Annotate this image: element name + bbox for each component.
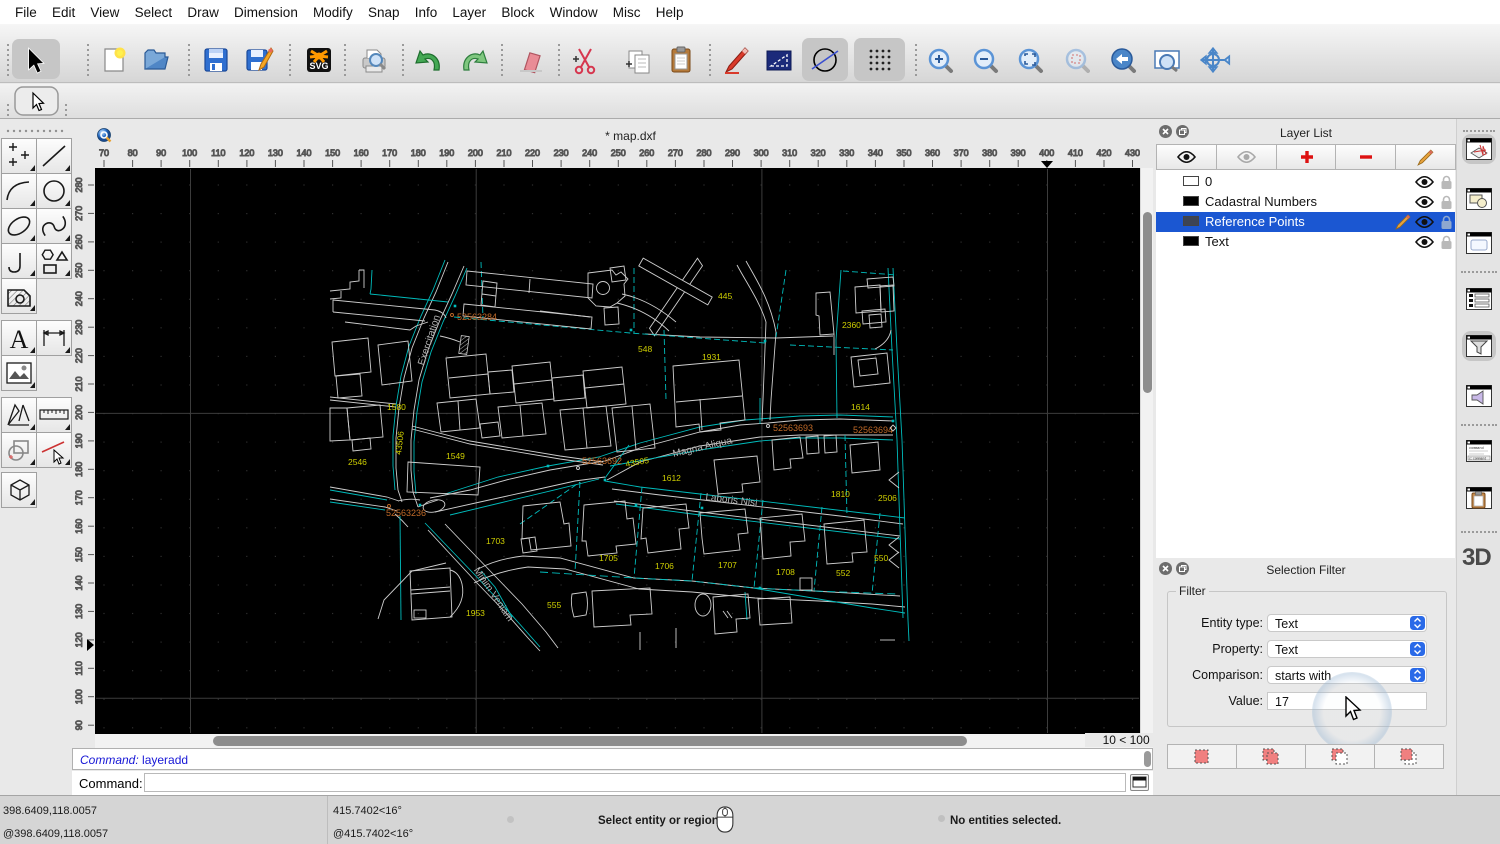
svg-text:1614: 1614 bbox=[851, 402, 870, 412]
svg-text:430: 430 bbox=[1125, 148, 1140, 158]
svg-text:350: 350 bbox=[896, 148, 911, 158]
svg-text:320: 320 bbox=[811, 148, 826, 158]
svg-text:240: 240 bbox=[582, 148, 597, 158]
svg-text:1706: 1706 bbox=[655, 561, 674, 571]
svg-text:220: 220 bbox=[74, 348, 84, 363]
svg-text:190: 190 bbox=[74, 433, 84, 448]
svg-text:52563236: 52563236 bbox=[386, 508, 426, 518]
svg-text:100: 100 bbox=[182, 148, 197, 158]
svg-text:390: 390 bbox=[1011, 148, 1026, 158]
svg-text:120: 120 bbox=[74, 632, 84, 647]
svg-text:140: 140 bbox=[74, 575, 84, 590]
svg-text:2360: 2360 bbox=[842, 320, 861, 330]
svg-text:110: 110 bbox=[211, 148, 225, 158]
svg-text:1705: 1705 bbox=[599, 553, 618, 563]
svg-text:90: 90 bbox=[156, 148, 166, 158]
svg-text:170: 170 bbox=[382, 148, 397, 158]
svg-text:100: 100 bbox=[74, 689, 84, 704]
svg-text:52563694: 52563694 bbox=[853, 425, 893, 435]
svg-text:160: 160 bbox=[354, 148, 369, 158]
svg-text:250: 250 bbox=[611, 148, 626, 158]
svg-text:445: 445 bbox=[718, 291, 732, 301]
svg-text:Magna Aliqua: Magna Aliqua bbox=[672, 435, 734, 459]
svg-text:230: 230 bbox=[74, 320, 84, 335]
svg-text:280: 280 bbox=[74, 177, 84, 192]
svg-text:220: 220 bbox=[525, 148, 540, 158]
svg-text:330: 330 bbox=[839, 148, 854, 158]
svg-text:Exercitation: Exercitation bbox=[416, 314, 443, 367]
svg-text:400: 400 bbox=[1039, 148, 1054, 158]
svg-text:1810: 1810 bbox=[831, 489, 850, 499]
svg-text:170: 170 bbox=[74, 490, 84, 505]
svg-text:52563284: 52563284 bbox=[457, 312, 497, 322]
svg-text:52563693: 52563693 bbox=[773, 423, 813, 433]
svg-text:70: 70 bbox=[99, 148, 109, 158]
svg-text:2546: 2546 bbox=[348, 457, 367, 467]
svg-text:555: 555 bbox=[547, 600, 561, 610]
svg-text:2506: 2506 bbox=[878, 493, 897, 503]
svg-text:210: 210 bbox=[74, 376, 84, 391]
svg-text:43505: 43505 bbox=[625, 455, 650, 469]
svg-text:150: 150 bbox=[74, 547, 84, 562]
svg-text:80: 80 bbox=[128, 148, 138, 158]
svg-text:200: 200 bbox=[468, 148, 483, 158]
svg-text:1703: 1703 bbox=[486, 536, 505, 546]
svg-text:270: 270 bbox=[668, 148, 683, 158]
svg-text:1931: 1931 bbox=[702, 352, 721, 362]
svg-text:240: 240 bbox=[74, 291, 84, 306]
svg-text:420: 420 bbox=[1096, 148, 1111, 158]
svg-text:A: A bbox=[10, 325, 29, 354]
svg-text:548: 548 bbox=[638, 344, 652, 354]
svg-text:310: 310 bbox=[782, 148, 797, 158]
svg-text:280: 280 bbox=[696, 148, 711, 158]
svg-text:190: 190 bbox=[439, 148, 454, 158]
svg-text:180: 180 bbox=[411, 148, 426, 158]
svg-text:SVG: SVG bbox=[309, 61, 328, 71]
svg-text:140: 140 bbox=[296, 148, 311, 158]
svg-text:200: 200 bbox=[74, 405, 84, 420]
svg-text:150: 150 bbox=[325, 148, 340, 158]
svg-text:Laboris Nisi: Laboris Nisi bbox=[705, 492, 758, 509]
svg-text:210: 210 bbox=[496, 148, 511, 158]
svg-text:1549: 1549 bbox=[446, 451, 465, 461]
svg-text:230: 230 bbox=[554, 148, 569, 158]
svg-text:410: 410 bbox=[1068, 148, 1083, 158]
svg-text:290: 290 bbox=[725, 148, 740, 158]
svg-text:c:command: c:command bbox=[1469, 456, 1486, 460]
svg-text:1708: 1708 bbox=[776, 567, 795, 577]
svg-text:1612: 1612 bbox=[662, 473, 681, 483]
svg-text:160: 160 bbox=[74, 519, 84, 534]
svg-text:90: 90 bbox=[74, 720, 84, 730]
svg-text:300: 300 bbox=[754, 148, 769, 158]
svg-text:52563692: 52563692 bbox=[582, 456, 622, 466]
svg-text:180: 180 bbox=[74, 462, 84, 477]
svg-text:110: 110 bbox=[74, 661, 84, 675]
svg-text:270: 270 bbox=[74, 206, 84, 221]
svg-text:380: 380 bbox=[982, 148, 997, 158]
svg-text:260: 260 bbox=[74, 234, 84, 249]
svg-text:250: 250 bbox=[74, 263, 84, 278]
svg-text:552: 552 bbox=[836, 568, 850, 578]
svg-text:260: 260 bbox=[639, 148, 654, 158]
svg-text:1707: 1707 bbox=[718, 560, 737, 570]
svg-text:command: command bbox=[1469, 446, 1484, 451]
svg-text:130: 130 bbox=[268, 148, 283, 158]
svg-text:1953: 1953 bbox=[466, 608, 485, 618]
svg-text:43506: 43506 bbox=[393, 430, 406, 455]
svg-text:1580: 1580 bbox=[387, 402, 406, 412]
svg-text:370: 370 bbox=[954, 148, 969, 158]
svg-text:130: 130 bbox=[74, 604, 84, 619]
svg-text:120: 120 bbox=[239, 148, 254, 158]
svg-text:360: 360 bbox=[925, 148, 940, 158]
svg-text:550: 550 bbox=[874, 553, 888, 563]
svg-text:340: 340 bbox=[868, 148, 883, 158]
